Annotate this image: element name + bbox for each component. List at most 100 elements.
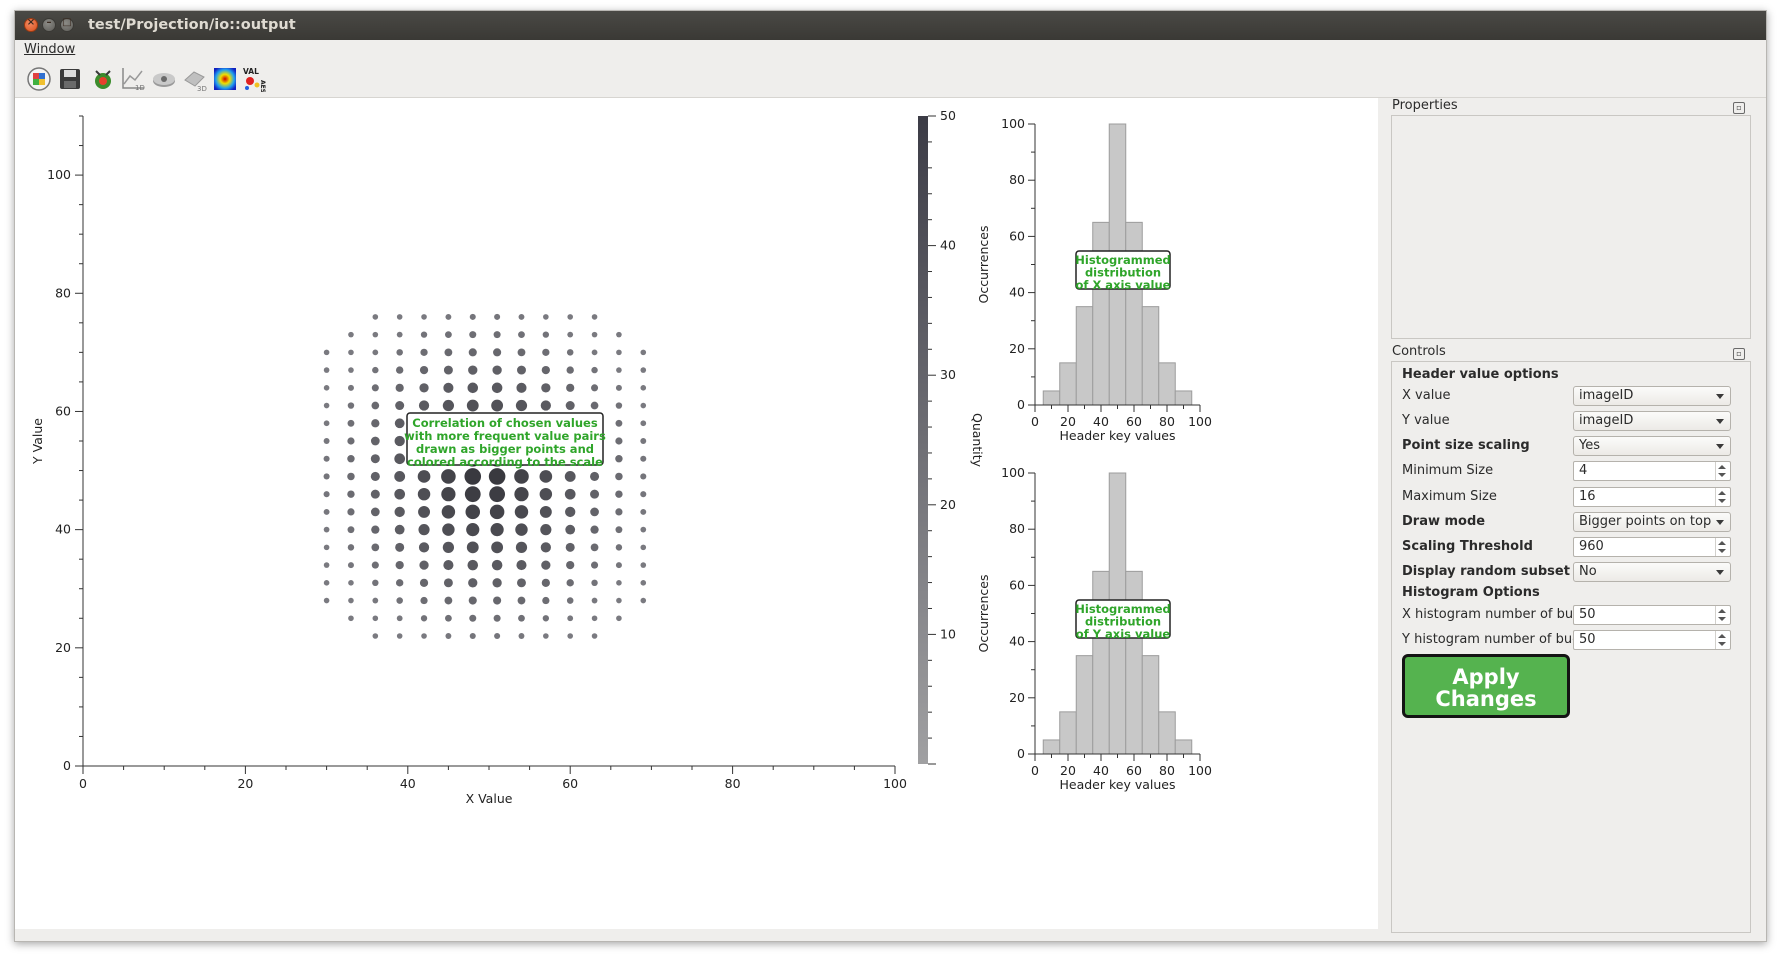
- scatter-point: [469, 632, 476, 640]
- scatter-point: [395, 560, 404, 570]
- scatter-point: [494, 313, 501, 320]
- hist-y-tick-label: 80: [1009, 172, 1025, 187]
- histogram-bar: [1075, 655, 1094, 755]
- apply-changes-button[interactable]: Apply Changes: [1402, 654, 1570, 718]
- scatter-point: [566, 349, 574, 356]
- spin-down-icon[interactable]: [1718, 642, 1726, 646]
- save-icon[interactable]: [57, 66, 83, 92]
- float-icon[interactable]: ▫: [1733, 102, 1745, 114]
- scatter-point: [518, 331, 525, 339]
- chevron-down-icon: [1716, 570, 1724, 575]
- minimum-size-spinbox[interactable]: 4: [1573, 461, 1731, 481]
- scatter-point: [347, 508, 355, 516]
- maximize-window-button[interactable]: □: [60, 17, 74, 32]
- histogram-bar: [1092, 570, 1110, 755]
- plots-canvas: 0 20 40 60 80 100020406080100X ValueY Value Co…: [15, 98, 1378, 929]
- scatter-point: [543, 633, 549, 639]
- y-value-select[interactable]: imageID: [1573, 411, 1731, 431]
- scatter-point: [348, 331, 354, 338]
- scatter-point: [443, 365, 453, 375]
- hist-x-tick-label: 20: [1060, 414, 1076, 429]
- scatter-point: [491, 399, 504, 412]
- spin-up-icon[interactable]: [1718, 541, 1726, 545]
- float-icon[interactable]: ▫: [1733, 348, 1745, 360]
- spin-down-icon[interactable]: [1718, 549, 1726, 553]
- spin-up-icon[interactable]: [1718, 609, 1726, 613]
- hist-annotation-line: of X axis value: [1076, 278, 1171, 292]
- scatter-point: [542, 596, 550, 605]
- histogram-bar: [1125, 221, 1143, 406]
- scatter-point: [394, 418, 405, 429]
- controls-dock-buttons[interactable]: ▫×: [1731, 345, 1757, 375]
- draw-mode-select[interactable]: Bigger points on top: [1573, 512, 1731, 532]
- bug-icon[interactable]: [90, 66, 116, 92]
- plot-3d-icon[interactable]: 3D: [182, 66, 208, 93]
- spin-down-icon[interactable]: [1718, 499, 1726, 503]
- scatter-point: [395, 401, 405, 411]
- layout-icon[interactable]: [26, 66, 52, 92]
- spin-down-icon[interactable]: [1718, 473, 1726, 477]
- scatter-point: [590, 507, 599, 517]
- scatter-point: [347, 490, 355, 498]
- scatter-point: [467, 559, 479, 571]
- scaling-threshold-spinbox[interactable]: 960: [1573, 537, 1731, 557]
- minimum-size-label: Minimum Size: [1402, 463, 1494, 478]
- scatter-point: [566, 560, 575, 570]
- scatter-point: [445, 313, 452, 320]
- scatter-point: [445, 614, 452, 622]
- title-bar[interactable]: × – □ test/Projection/io::output: [15, 11, 1766, 40]
- colorbar-tick-label: 40: [940, 238, 956, 253]
- hist-x-axis-title: Header key values: [1060, 777, 1176, 792]
- scatter-point: [418, 542, 430, 553]
- scatter-point: [566, 597, 574, 604]
- scatter-point: [371, 419, 380, 428]
- scatter-point: [347, 526, 355, 534]
- valaes-icon[interactable]: VAL AES: [241, 66, 267, 93]
- scatter-point: [469, 614, 477, 622]
- scatter-point: [488, 468, 506, 485]
- plot-2d-icon[interactable]: 1D: [120, 66, 146, 92]
- scatter-point: [419, 560, 429, 570]
- x-value-select[interactable]: imageID: [1573, 386, 1731, 406]
- scatter-point: [468, 578, 478, 588]
- scatter-point: [640, 580, 647, 586]
- minimum-size-value: 4: [1579, 463, 1588, 478]
- scatter-point: [348, 615, 354, 622]
- menu-window[interactable]: Window: [24, 42, 75, 57]
- scatter-point: [640, 526, 647, 533]
- close-window-button[interactable]: ×: [24, 17, 38, 32]
- scatter-point: [515, 523, 528, 536]
- scatter-point: [371, 543, 380, 552]
- scatter-point: [323, 402, 330, 409]
- x-tick-label: 60: [562, 776, 578, 791]
- spin-down-icon[interactable]: [1718, 617, 1726, 621]
- scatter-point: [566, 366, 574, 374]
- scatter-point: [567, 314, 573, 320]
- svg-text:3D: 3D: [197, 85, 207, 92]
- hist-y-tick-label: 20: [1009, 341, 1025, 356]
- y-tick-label: 20: [55, 640, 71, 655]
- histogram-bar: [1158, 362, 1176, 406]
- y-value-label: Y value: [1402, 413, 1450, 428]
- maximum-size-spinbox[interactable]: 16: [1573, 487, 1731, 507]
- spin-up-icon[interactable]: [1718, 491, 1726, 495]
- heatmap-icon[interactable]: [212, 66, 238, 92]
- scatter-point: [396, 349, 403, 356]
- y-buckets-spinbox[interactable]: 50: [1573, 630, 1731, 650]
- minimize-window-button[interactable]: –: [42, 17, 56, 32]
- scatter-point: [371, 561, 379, 569]
- scatter-point: [370, 471, 380, 481]
- scatter-point: [490, 523, 504, 537]
- scatter-point: [347, 562, 354, 569]
- scatter-point: [323, 508, 330, 515]
- spin-up-icon[interactable]: [1718, 634, 1726, 638]
- display-random-subset-select[interactable]: No: [1573, 562, 1731, 582]
- spin-up-icon[interactable]: [1718, 465, 1726, 469]
- scatter-point: [442, 523, 455, 536]
- x-buckets-spinbox[interactable]: 50: [1573, 605, 1731, 625]
- point-size-scaling-select[interactable]: Yes: [1573, 436, 1731, 456]
- y-tick-label: 100: [47, 167, 71, 182]
- properties-dock-buttons[interactable]: ▫×: [1731, 99, 1757, 129]
- hardware-icon[interactable]: [151, 66, 177, 92]
- scatter-point: [615, 526, 623, 534]
